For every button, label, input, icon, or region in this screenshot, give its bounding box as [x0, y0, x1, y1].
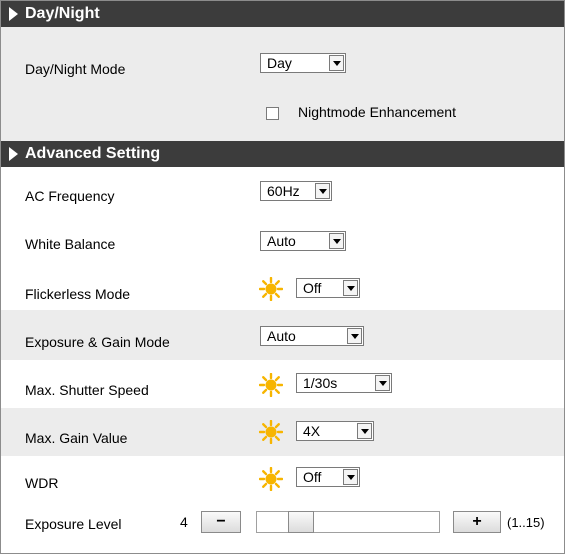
- max-gain-value-select[interactable]: 4X: [296, 421, 374, 441]
- chevron-down-icon: [375, 375, 390, 391]
- exposure-slider-track[interactable]: [256, 511, 440, 533]
- day-night-mode-row: Day/Night Mode Day Nightmode Enhancement: [1, 27, 564, 141]
- sun-icon: [258, 372, 284, 398]
- chevron-down-icon: [357, 423, 372, 439]
- plus-icon: +: [472, 513, 482, 530]
- day-night-mode-select[interactable]: Day: [260, 53, 346, 73]
- exposure-gain-mode-row: Exposure & Gain Mode Auto: [1, 310, 564, 360]
- chevron-down-icon: [315, 183, 330, 199]
- exposure-gain-mode-label: Exposure & Gain Mode: [25, 334, 170, 350]
- day-night-mode-value: Day: [267, 55, 292, 71]
- nightmode-enhancement-label: Nightmode Enhancement: [298, 104, 456, 120]
- max-gain-value-label: Max. Gain Value: [25, 430, 128, 446]
- ac-frequency-value: 60Hz: [267, 183, 300, 199]
- sun-icon: [258, 276, 284, 302]
- white-balance-row: White Balance Auto: [1, 214, 564, 260]
- max-gain-value-row: Max. Gain Value 4X: [1, 408, 564, 456]
- flickerless-mode-value: Off: [303, 280, 322, 296]
- exposure-level-value: 4: [180, 514, 188, 530]
- max-shutter-speed-value: 1/30s: [303, 375, 338, 391]
- advanced-setting-header[interactable]: Advanced Setting: [1, 141, 564, 167]
- wdr-value: Off: [303, 469, 322, 485]
- minus-icon: −: [216, 513, 226, 530]
- sun-icon: [258, 466, 284, 492]
- chevron-down-icon: [329, 55, 344, 71]
- exposure-increase-button[interactable]: +: [453, 511, 501, 533]
- exposure-level-row: Exposure Level 4 − + (1..15): [1, 502, 564, 553]
- wdr-label: WDR: [25, 475, 59, 491]
- flickerless-mode-label: Flickerless Mode: [25, 286, 131, 302]
- ac-frequency-row: AC Frequency 60Hz: [1, 167, 564, 214]
- flickerless-mode-select[interactable]: Off: [296, 278, 360, 298]
- max-shutter-speed-row: Max. Shutter Speed 1/30s: [1, 360, 564, 408]
- max-shutter-speed-label: Max. Shutter Speed: [25, 382, 149, 398]
- expand-triangle-icon: [9, 147, 18, 161]
- white-balance-value: Auto: [267, 233, 296, 249]
- exposure-slider-thumb[interactable]: [288, 511, 314, 533]
- chevron-down-icon: [329, 233, 344, 249]
- day-night-header[interactable]: Day/Night: [1, 1, 564, 27]
- advanced-setting-title: Advanced Setting: [25, 145, 161, 162]
- wdr-select[interactable]: Off: [296, 467, 360, 487]
- chevron-down-icon: [343, 280, 358, 296]
- exposure-level-label: Exposure Level: [25, 516, 122, 532]
- white-balance-label: White Balance: [25, 236, 116, 252]
- max-gain-value-value: 4X: [303, 423, 321, 439]
- sun-icon: [258, 419, 284, 445]
- day-night-title: Day/Night: [25, 5, 100, 22]
- ac-frequency-label: AC Frequency: [25, 188, 115, 204]
- max-shutter-speed-select[interactable]: 1/30s: [296, 373, 392, 393]
- ac-frequency-select[interactable]: 60Hz: [260, 181, 332, 201]
- exposure-gain-mode-value: Auto: [267, 328, 296, 344]
- expand-triangle-icon: [9, 7, 18, 21]
- nightmode-enhancement-checkbox[interactable]: [266, 107, 279, 120]
- day-night-mode-label: Day/Night Mode: [25, 61, 126, 77]
- settings-panel: Day/Night Day/Night Mode Day Nightmode E…: [0, 0, 565, 554]
- white-balance-select[interactable]: Auto: [260, 231, 346, 251]
- flickerless-mode-row: Flickerless Mode Off: [1, 260, 564, 310]
- wdr-row: WDR Off: [1, 456, 564, 502]
- exposure-gain-mode-select[interactable]: Auto: [260, 326, 364, 346]
- exposure-range-label: (1..15): [507, 515, 545, 530]
- exposure-decrease-button[interactable]: −: [201, 511, 241, 533]
- chevron-down-icon: [343, 469, 358, 485]
- chevron-down-icon: [347, 328, 362, 344]
